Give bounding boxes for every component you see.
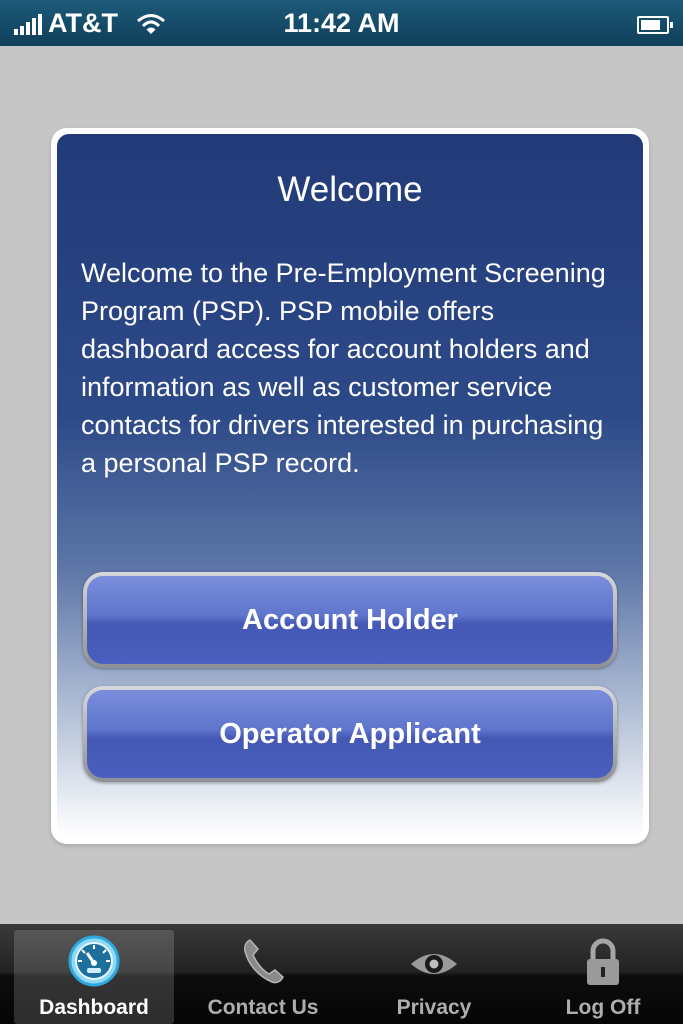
welcome-title: Welcome — [277, 170, 423, 209]
account-holder-label: Account Holder — [87, 576, 613, 664]
welcome-panel: Welcome Welcome to the Pre-Employment Sc… — [57, 134, 643, 838]
speedometer-icon — [68, 935, 120, 987]
tab-log-off-label: Log Off — [565, 996, 641, 1019]
tab-privacy[interactable]: Privacy — [354, 930, 514, 1024]
tab-dashboard-label: Dashboard — [39, 996, 149, 1019]
battery-icon — [637, 16, 673, 34]
lock-icon — [587, 938, 619, 985]
welcome-description: Welcome to the Pre-Employment Screening … — [81, 258, 606, 478]
account-holder-button[interactable]: Account Holder — [83, 572, 617, 668]
tab-contact-us-label: Contact Us — [207, 996, 319, 1019]
operator-applicant-label: Operator Applicant — [87, 690, 613, 778]
phone-icon — [244, 939, 284, 984]
status-time: 11:42 AM — [283, 8, 400, 38]
tab-dashboard[interactable]: Dashboard — [14, 930, 174, 1024]
tab-contact-us[interactable]: Contact Us — [183, 930, 343, 1024]
eye-icon — [411, 954, 457, 974]
tab-privacy-label: Privacy — [396, 996, 472, 1019]
operator-applicant-button[interactable]: Operator Applicant — [83, 686, 617, 782]
tab-log-off[interactable]: Log Off — [523, 930, 683, 1024]
tab-bar: Dashboard Contact Us Privacy Log Off — [0, 924, 683, 1024]
status-bar: AT&T 11:42 AM — [0, 0, 683, 46]
welcome-card: Welcome Welcome to the Pre-Employment Sc… — [51, 128, 649, 844]
